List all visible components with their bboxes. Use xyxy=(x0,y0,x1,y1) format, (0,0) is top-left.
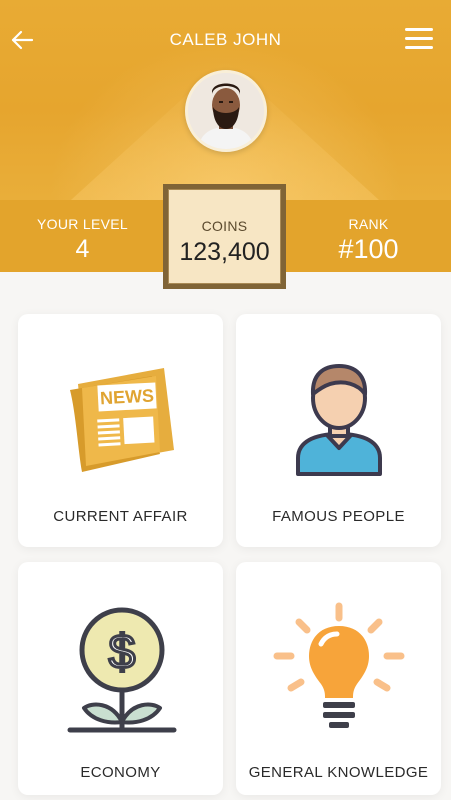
newspaper-icon: NEWS xyxy=(69,368,174,472)
level-label: YOUR LEVEL xyxy=(37,216,128,232)
page-title: CALEB JOHN xyxy=(169,30,282,49)
card-label: FAMOUS PEOPLE xyxy=(272,508,405,525)
coins-value: 123,400 xyxy=(179,238,270,266)
svg-text:$: $ xyxy=(108,626,135,679)
lightbulb-icon xyxy=(273,602,404,728)
card-label: GENERAL KNOWLEDGE xyxy=(248,764,429,781)
category-card-famous-people[interactable]: FAMOUS PEOPLE xyxy=(236,314,441,547)
card-label: CURRENT AFFAIR xyxy=(53,508,188,525)
level-stat: YOUR LEVEL 4 xyxy=(0,200,165,272)
category-card-general-knowledge[interactable]: GENERAL KNOWLEDGE xyxy=(236,562,441,795)
category-card-current-affair[interactable]: NEWS CURRENT AFFAIR xyxy=(18,314,223,547)
user-avatar-photo xyxy=(188,73,264,149)
coins-stat: COINS 123,400 xyxy=(163,184,286,289)
category-card-economy[interactable]: $ ECONOMY xyxy=(18,562,223,795)
coins-label: COINS xyxy=(201,218,248,234)
money-plant-icon: $ xyxy=(67,607,176,733)
avatar[interactable] xyxy=(185,70,267,152)
person-icon xyxy=(295,364,382,476)
profile-header: CALEB JOHN xyxy=(0,0,451,200)
rank-label: RANK xyxy=(348,216,389,232)
rank-stat: RANK #100 xyxy=(286,200,451,272)
rank-value: #100 xyxy=(338,234,399,264)
hamburger-menu-icon xyxy=(405,28,433,31)
news-icon-text: NEWS xyxy=(99,386,154,409)
menu-button[interactable] xyxy=(405,28,435,52)
level-value: 4 xyxy=(75,235,90,263)
card-label: ECONOMY xyxy=(80,764,161,781)
